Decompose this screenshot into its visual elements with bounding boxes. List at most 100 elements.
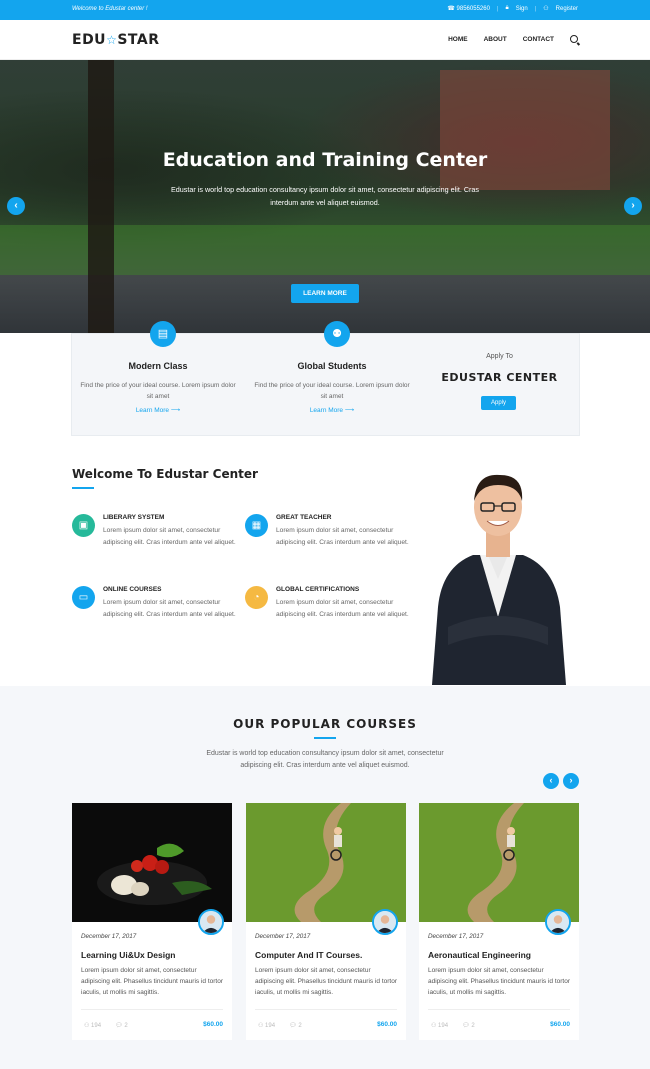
course-price: $60.00 [550, 1021, 570, 1028]
divider [428, 1009, 570, 1010]
course-description: Lorem ipsum dolor sit amet, consectetur … [428, 967, 570, 996]
divider: | [496, 5, 499, 12]
comments: 💬︎ 2 [462, 1022, 475, 1029]
welcome-feature-text: Lorem ipsum dolor sit amet, consectetur … [103, 599, 236, 618]
logo[interactable]: EDU☆STAR [72, 32, 160, 48]
course-description: Lorem ipsum dolor sit amet, consectetur … [255, 967, 397, 996]
welcome-feature-title: GREAT TEACHER [276, 514, 332, 521]
users-icon: ⚇ [431, 1023, 439, 1029]
comment-icon: 💬︎ [462, 1023, 472, 1029]
users-icon: ⚇ [258, 1023, 266, 1029]
course-title[interactable]: Aeronautical Engineering [428, 950, 531, 960]
instructor-avatar [545, 909, 571, 935]
phone-number[interactable]: ☎ 9856055260 [447, 5, 490, 12]
course-meta: ⚇ 194 💬︎ 2 [84, 1022, 128, 1029]
lock-icon: 🔒︎ [505, 5, 509, 11]
learn-more-button[interactable]: LEARN MORE [291, 284, 359, 303]
courses-next-arrow-icon[interactable]: › [563, 773, 579, 789]
hero-next-arrow-icon[interactable]: › [624, 197, 642, 215]
features-strip: ▤ Modern Class Find the price of your id… [71, 321, 580, 436]
likes: ⚇ 194 [431, 1022, 448, 1029]
users-icon: ⚇ [543, 6, 549, 12]
title-underline [72, 487, 94, 489]
course-meta: ⚇ 194 💬︎ 2 [258, 1022, 302, 1029]
library-icon: ▣ [72, 514, 95, 537]
comment-icon: 💬︎ [289, 1023, 299, 1029]
comment-icon: 💬︎ [115, 1023, 125, 1029]
likes-count: 194 [91, 1023, 102, 1029]
nav-about[interactable]: ABOUT [484, 36, 507, 43]
nav-home[interactable]: HOME [448, 36, 468, 43]
course-image [72, 803, 232, 922]
monitor-icon: ▭ [72, 586, 95, 609]
logo-text-left: EDU [72, 32, 107, 48]
course-price: $60.00 [203, 1021, 223, 1028]
comments-count: 2 [471, 1023, 475, 1029]
title-underline [314, 737, 336, 739]
course-card[interactable]: December 17, 2017 Computer And IT Course… [246, 803, 406, 1040]
course-title[interactable]: Learning Ui&Ux Design [81, 950, 175, 960]
welcome-feature-title: GLOBAL CERTIFICATIONS [276, 586, 360, 593]
apply-to-label: Apply To [486, 353, 513, 360]
welcome-title: Welcome To Edustar Center [72, 467, 258, 481]
course-price: $60.00 [377, 1021, 397, 1028]
welcome-feature-title: LIBERARY SYSTEM [103, 514, 165, 521]
comments: 💬︎ 2 [289, 1022, 302, 1029]
hero-prev-arrow-icon[interactable]: ‹ [7, 197, 25, 215]
course-meta: ⚇ 194 💬︎ 2 [431, 1022, 475, 1029]
welcome-message: Welcome to Edustar center ! [72, 6, 148, 12]
instructor-avatar [372, 909, 398, 935]
main-nav: HOME ABOUT CONTACT [448, 35, 578, 43]
welcome-feature-text: Lorem ipsum dolor sit amet, consectetur … [103, 527, 236, 546]
book-icon: ▤ [150, 321, 176, 347]
divider [255, 1009, 397, 1010]
apply-button[interactable]: Apply [481, 396, 516, 410]
teacher-photo [432, 474, 566, 685]
sign-link[interactable]: Sign [516, 6, 528, 12]
course-title[interactable]: Computer And IT Courses. [255, 950, 362, 960]
apply-center-name: EDUSTAR CENTER [441, 371, 558, 384]
logo-text-right: STAR [117, 32, 160, 48]
welcome-feature-title: ONLINE COURSES [103, 586, 162, 593]
comments-count: 2 [124, 1023, 128, 1029]
hero-title: Education and Training Center [162, 149, 488, 171]
course-date: December 17, 2017 [81, 933, 137, 940]
course-description: Lorem ipsum dolor sit amet, consectetur … [81, 967, 223, 996]
hero-background-building [440, 70, 610, 190]
star-icon: ☆ [106, 33, 118, 47]
feature-title: Modern Class [128, 361, 188, 371]
top-bar: Welcome to Edustar center ! ☎ 9856055260… [0, 0, 650, 20]
courses-prev-arrow-icon[interactable]: ‹ [543, 773, 559, 789]
welcome-feature-text: Lorem ipsum dolor sit amet, consectetur … [276, 599, 409, 618]
courses-subtitle: Edustar is world top education consultan… [206, 750, 444, 769]
likes: ⚇ 194 [84, 1022, 101, 1029]
comments-count: 2 [298, 1023, 302, 1029]
search-icon[interactable] [570, 35, 578, 43]
hero-background-tree [88, 60, 114, 333]
course-card[interactable]: December 17, 2017 Aeronautical Engineeri… [419, 803, 579, 1040]
students-icon: ⚉ [324, 321, 350, 347]
likes: ⚇ 194 [258, 1022, 275, 1029]
users-icon: ⚇ [84, 1023, 92, 1029]
hero-text: Edustar is world top education consultan… [170, 185, 479, 207]
welcome-feature-text: Lorem ipsum dolor sit amet, consectetur … [276, 527, 409, 546]
register-link[interactable]: Register [556, 6, 578, 12]
course-date: December 17, 2017 [428, 933, 484, 940]
feature-title: Global Students [297, 361, 367, 371]
course-card[interactable]: December 17, 2017 Learning Ui&Ux Design … [72, 803, 232, 1040]
nav-contact[interactable]: CONTACT [523, 36, 554, 43]
learn-more-link[interactable]: Learn More ⟶ [252, 406, 412, 414]
top-bar-right: ☎ 9856055260 | 🔒︎ Sign | ⚇ Register [447, 5, 578, 12]
divider [81, 1009, 223, 1010]
teacher-icon: ▦ [245, 514, 268, 537]
comments: 💬︎ 2 [115, 1022, 128, 1029]
learn-more-link[interactable]: Learn More ⟶ [78, 406, 238, 414]
instructor-avatar [198, 909, 224, 935]
courses-title: OUR POPULAR COURSES [233, 717, 417, 731]
divider: | [534, 5, 537, 12]
feature-text: Find the price of your ideal course. Lor… [254, 382, 410, 400]
likes-count: 194 [438, 1023, 449, 1029]
course-date: December 17, 2017 [255, 933, 311, 940]
site-header: EDU☆STAR HOME ABOUT CONTACT [0, 20, 650, 60]
feature-text: Find the price of your ideal course. Lor… [80, 382, 236, 400]
